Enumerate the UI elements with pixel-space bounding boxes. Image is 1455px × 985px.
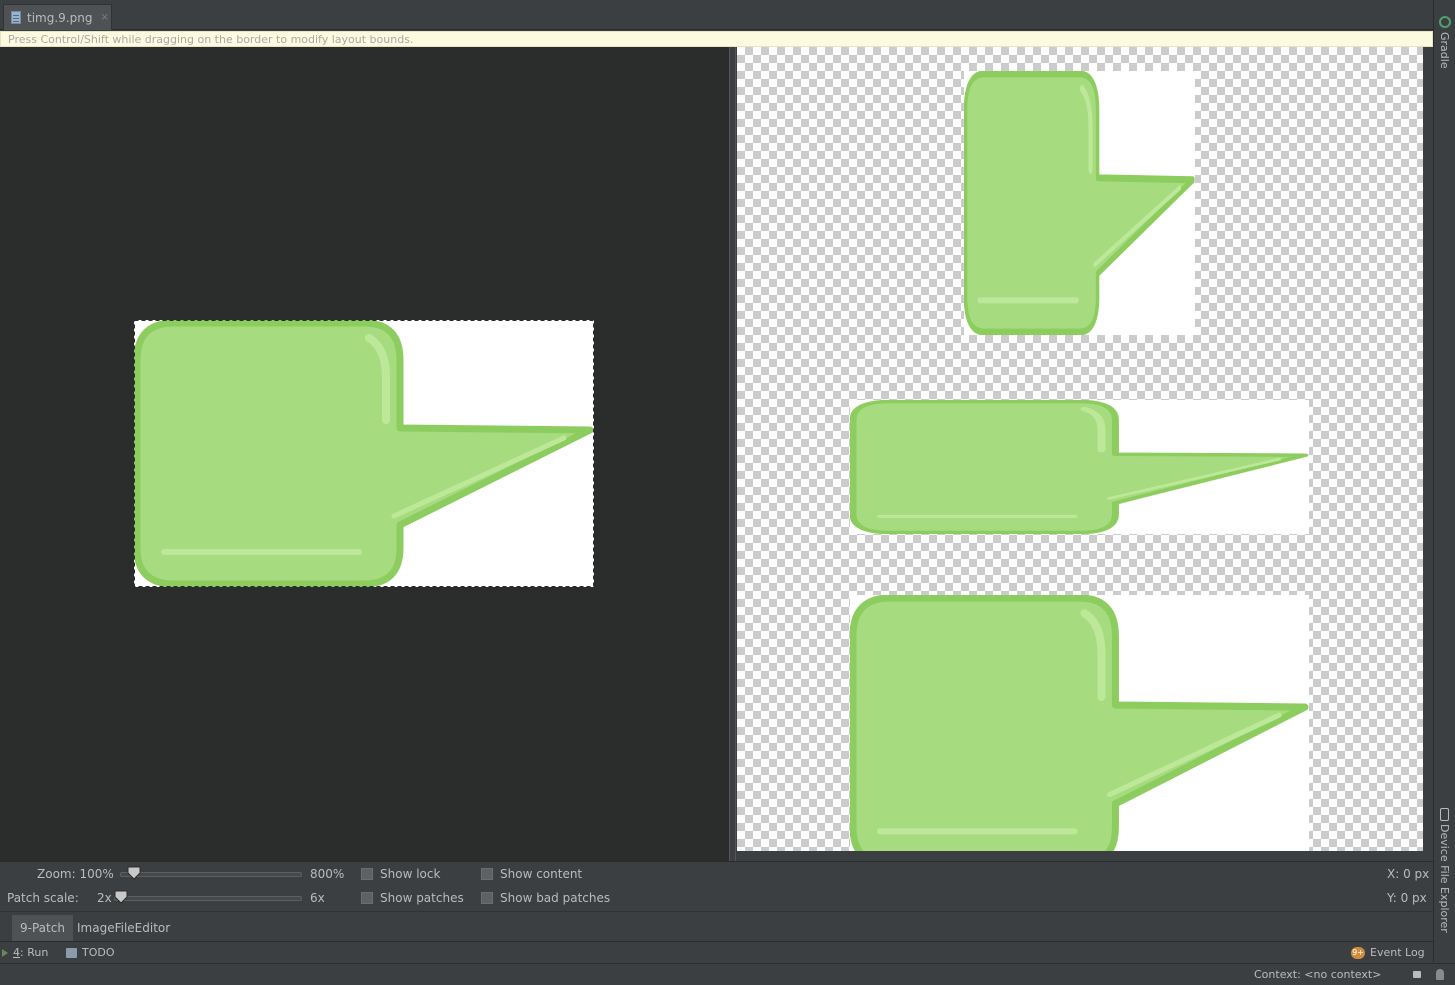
show-content-label[interactable]: Show content (500, 867, 582, 881)
file-tab[interactable]: timg.9.png × (3, 4, 112, 30)
zoom-label: Zoom: 100% (37, 867, 114, 881)
patch-scale-slider-thumb[interactable] (114, 890, 128, 904)
event-log-button[interactable]: 9+ Event Log (1351, 942, 1425, 964)
x-coordinate-readout: X: 0 px (1387, 867, 1430, 881)
editor-tab-bar: timg.9.png × (0, 0, 1433, 30)
tab-9-patch[interactable]: 9-Patch (12, 915, 73, 942)
zoom-max-label: 800% (310, 867, 345, 881)
status-bar: Context: <no context> (0, 963, 1455, 985)
tool-window-bar: 4: Run TODO 9+ Event Log (0, 941, 1433, 963)
patch-scale-max-label: 6x (310, 891, 325, 905)
run-tool-button[interactable]: 4: Run (2, 942, 48, 964)
tab-image-file-editor[interactable]: ImageFileEditor (69, 915, 178, 942)
nine-patch-editor-canvas[interactable] (0, 47, 729, 861)
patch-scale-slider[interactable] (114, 896, 302, 901)
device-icon (1440, 808, 1449, 821)
lock-icon[interactable] (1413, 971, 1421, 978)
run-icon (2, 949, 8, 957)
show-lock-checkbox[interactable] (361, 868, 373, 880)
hint-text: Press Control/Shift while dragging on th… (8, 33, 414, 46)
show-patches-checkbox[interactable] (361, 892, 373, 904)
patch-scale-value: 2x (97, 891, 112, 905)
event-log-label: Event Log (1370, 946, 1425, 959)
todo-label: TODO (82, 946, 115, 959)
inspector-icon[interactable] (1436, 969, 1444, 980)
event-log-icon: 9+ (1351, 947, 1365, 959)
todo-tool-button[interactable]: TODO (66, 942, 115, 964)
pane-splitter[interactable] (729, 47, 736, 861)
gradle-icon (1439, 16, 1451, 28)
show-bad-patches-label[interactable]: Show bad patches (500, 891, 610, 905)
patch-scale-label: Patch scale: (7, 891, 79, 905)
image-file-icon (10, 10, 22, 25)
nine-patch-source-image[interactable] (134, 320, 594, 587)
device-file-explorer-button[interactable]: Device File Explorer (1438, 824, 1451, 933)
todo-icon (66, 948, 77, 958)
run-mnemonic: 4 (13, 946, 20, 959)
y-coordinate-readout: Y: 0 px (1387, 891, 1427, 905)
preview-vertical-stretch (964, 71, 1195, 335)
show-content-checkbox[interactable] (481, 868, 493, 880)
preview-pane-margin (737, 851, 1433, 861)
preview-both-stretch (850, 595, 1309, 851)
show-bad-patches-checkbox[interactable] (481, 892, 493, 904)
context-indicator[interactable]: Context: <no context> (1254, 964, 1381, 985)
file-tab-title: timg.9.png (27, 10, 93, 25)
close-icon[interactable]: × (100, 12, 108, 23)
show-patches-label[interactable]: Show patches (380, 891, 464, 905)
zoom-slider-thumb[interactable] (127, 866, 141, 880)
stretch-preview-pane (737, 47, 1423, 851)
hint-banner: Press Control/Shift while dragging on th… (0, 31, 1433, 47)
zoom-slider[interactable] (120, 872, 302, 877)
nine-patch-controls: Zoom: 100% 800% Patch scale: 2x 6x Show … (0, 861, 1433, 911)
editor-mode-tabs: 9-Patch ImageFileEditor (0, 911, 1433, 942)
show-lock-label[interactable]: Show lock (380, 867, 440, 881)
run-label: : Run (20, 946, 49, 959)
right-tool-strip: Gradle Device File Explorer (1433, 0, 1455, 962)
gradle-tool-button[interactable]: Gradle (1438, 32, 1451, 69)
preview-horizontal-stretch (850, 400, 1309, 534)
